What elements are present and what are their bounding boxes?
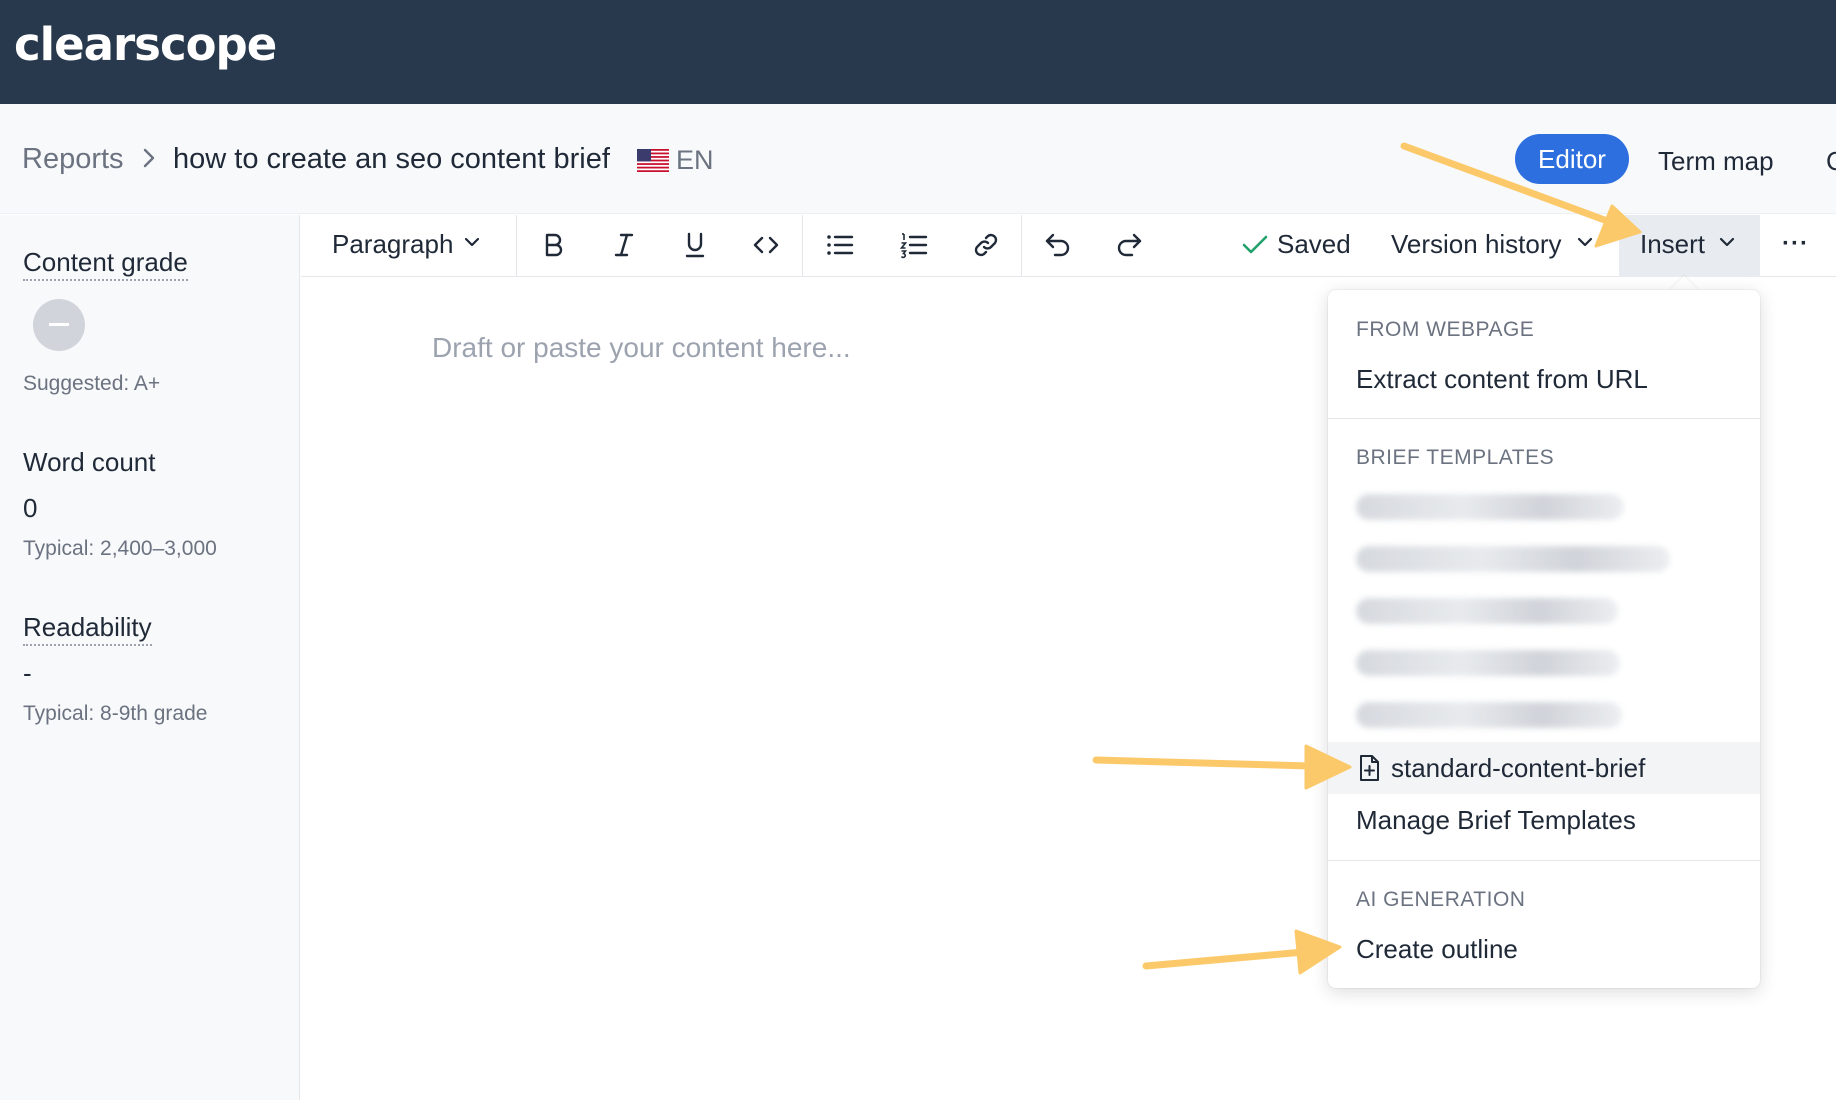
- word-count-value: 0: [23, 493, 38, 523]
- extract-content-from-url-item[interactable]: Extract content from URL: [1356, 364, 1648, 395]
- menu-divider: [1328, 418, 1760, 419]
- menu-divider: [1328, 860, 1760, 861]
- chevron-down-icon: [1577, 237, 1593, 247]
- version-history-label: Version history: [1391, 229, 1562, 259]
- suggested-grade: Suggested: A+: [23, 372, 161, 395]
- editor-placeholder[interactable]: Draft or paste your content here...: [432, 332, 851, 364]
- chevron-right-icon: [143, 148, 155, 168]
- undo-icon[interactable]: [1043, 230, 1073, 260]
- check-icon: [1242, 235, 1268, 254]
- word-count-label: Word count: [23, 447, 156, 477]
- tab-truncated[interactable]: C: [1826, 146, 1836, 177]
- redacted-template-item[interactable]: [1356, 598, 1618, 624]
- tab-term-map[interactable]: Term map: [1658, 146, 1774, 177]
- toolbar-divider: [802, 215, 803, 277]
- breadcrumb-reports-link[interactable]: Reports: [22, 143, 124, 176]
- report-title: how to create an seo content brief: [173, 143, 610, 175]
- brief-templates-heading: BRIEF TEMPLATES: [1356, 446, 1555, 469]
- from-webpage-heading: FROM WEBPAGE: [1356, 318, 1535, 341]
- tab-editor[interactable]: Editor: [1515, 134, 1629, 184]
- redo-icon[interactable]: [1114, 230, 1144, 260]
- content-grade-label[interactable]: Content grade: [23, 247, 188, 281]
- paragraph-style-label: Paragraph: [332, 229, 454, 259]
- annotation-arrow: [1092, 744, 1352, 790]
- file-plus-icon: [1360, 755, 1379, 781]
- readability-value: -: [23, 658, 32, 688]
- redacted-template-item[interactable]: [1356, 494, 1624, 520]
- more-options-button[interactable]: ···: [1782, 230, 1809, 258]
- bullet-list-icon[interactable]: [825, 230, 855, 260]
- italic-icon[interactable]: [609, 230, 639, 260]
- create-outline-item[interactable]: Create outline: [1356, 934, 1518, 965]
- manage-brief-templates-item[interactable]: Manage Brief Templates: [1356, 805, 1636, 836]
- us-flag-icon: [637, 149, 669, 172]
- annotation-arrow: [1142, 929, 1342, 975]
- redacted-template-item[interactable]: [1356, 546, 1670, 572]
- toolbar-divider: [516, 215, 517, 277]
- bold-icon[interactable]: [538, 230, 568, 260]
- toolbar-divider: [1021, 215, 1022, 277]
- chevron-down-icon: [1719, 237, 1735, 247]
- chevron-down-icon: [464, 237, 480, 247]
- redacted-template-item[interactable]: [1356, 650, 1620, 676]
- top-bar: clearscope: [0, 0, 1836, 104]
- readability-typical: Typical: 8-9th grade: [23, 702, 208, 725]
- paragraph-style-select[interactable]: Paragraph: [332, 229, 453, 260]
- underline-icon[interactable]: [680, 230, 710, 260]
- content-grade-badge: [33, 299, 85, 351]
- code-icon[interactable]: [751, 230, 781, 260]
- metrics-sidebar: [0, 215, 300, 1100]
- version-history-button[interactable]: Version history: [1391, 229, 1562, 260]
- ai-generation-heading: AI GENERATION: [1356, 888, 1526, 911]
- clearscope-logo[interactable]: clearscope: [14, 18, 277, 71]
- language-label: EN: [676, 145, 714, 175]
- insert-label: Insert: [1640, 229, 1706, 259]
- saved-status: Saved: [1277, 229, 1351, 259]
- word-count-typical: Typical: 2,400–3,000: [23, 537, 217, 560]
- redacted-template-item[interactable]: [1356, 702, 1622, 728]
- readability-label[interactable]: Readability: [23, 612, 152, 646]
- standard-content-brief-label: standard-content-brief: [1391, 753, 1646, 783]
- link-icon[interactable]: [971, 230, 1001, 260]
- numbered-list-icon[interactable]: [899, 230, 929, 260]
